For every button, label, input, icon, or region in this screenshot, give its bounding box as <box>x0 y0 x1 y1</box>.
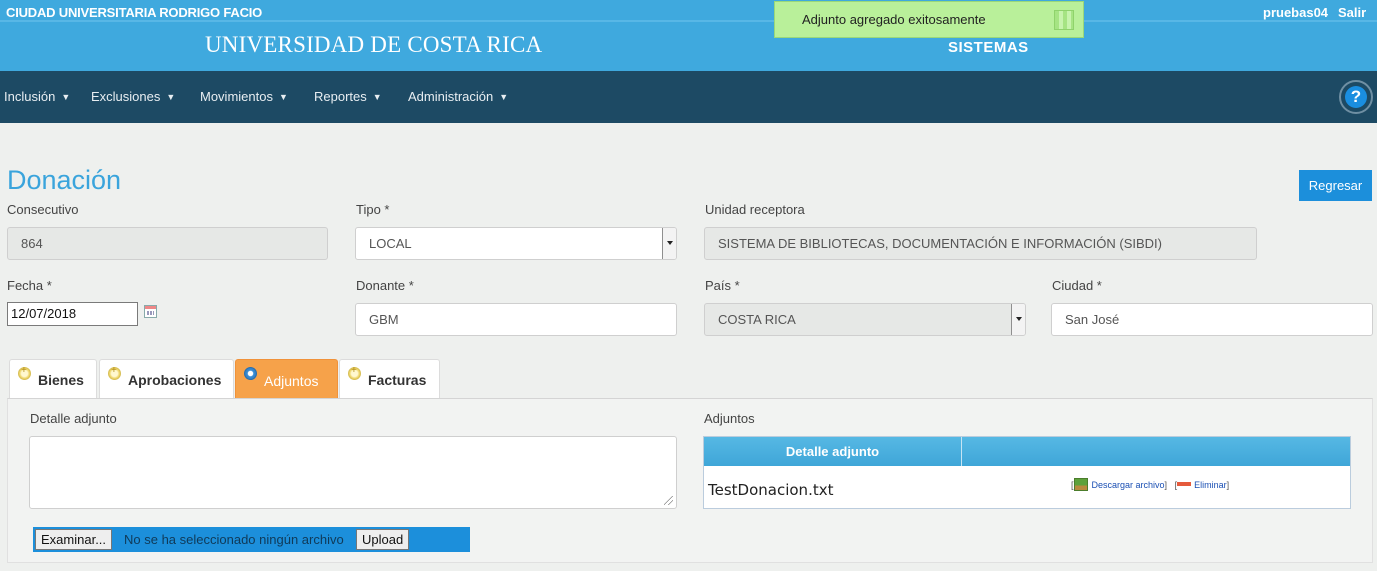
caret-down-icon: ▼ <box>499 92 509 102</box>
nav-item-inclusion[interactable]: Inclusión ▼ <box>4 89 70 104</box>
system-name: SISTEMAS <box>948 39 1029 56</box>
nav-label: Administración <box>408 89 494 104</box>
detalle-adjunto-label: Detalle adjunto <box>30 411 117 426</box>
fecha-input[interactable]: 12/07/2018 <box>7 302 138 326</box>
resize-grip-icon[interactable] <box>664 496 673 505</box>
delete-link[interactable]: Eliminar <box>1194 480 1227 490</box>
consecutivo-field: 864 <box>7 227 328 260</box>
top-banner: CIUDAD UNIVERSITARIA RODRIGO FACIO UNIVE… <box>0 0 1377 71</box>
pais-label: País * <box>705 278 740 293</box>
caret-down-icon: ▼ <box>278 92 288 102</box>
help-icon: ? <box>1345 86 1367 108</box>
tipo-selected-value: LOCAL <box>369 236 412 251</box>
table-header: Detalle adjunto <box>704 437 1350 466</box>
no-file-text: No se ha seleccionado ningún archivo <box>124 532 344 547</box>
tipo-label: Tipo * <box>356 202 390 217</box>
delete-icon[interactable] <box>1177 482 1192 486</box>
adjuntos-table: Detalle adjunto TestDonacion.txt [Descar… <box>703 436 1351 509</box>
browse-button[interactable]: Examinar... <box>35 529 113 550</box>
detalle-adjunto-textarea[interactable] <box>29 436 677 509</box>
main-navbar: Inclusión ▼ Exclusiones ▼ Movimientos ▼ Rep… <box>0 71 1377 123</box>
donante-input[interactable]: GBM <box>355 303 677 336</box>
banner-stripe <box>0 20 1377 22</box>
nav-item-exclusiones[interactable]: Exclusiones ▼ <box>91 89 175 104</box>
nav-label: Reportes <box>314 89 367 104</box>
upload-button[interactable]: Upload <box>356 529 410 550</box>
success-toast: Adjunto agregado exitosamente <box>774 1 1084 38</box>
plus-circle-icon <box>18 365 31 380</box>
table-header-detalle: Detalle adjunto <box>785 444 880 459</box>
column-divider <box>961 437 962 466</box>
ciudad-input[interactable]: San José <box>1051 303 1373 336</box>
nav-label: Movimientos <box>200 89 273 104</box>
consecutivo-label: Consecutivo <box>7 202 79 217</box>
toast-message: Adjunto agregado exitosamente <box>802 12 986 27</box>
caret-down-icon: ▼ <box>166 92 176 102</box>
tab-label: Bienes <box>38 372 84 388</box>
tab-bienes[interactable]: Bienes <box>9 359 97 398</box>
caret-down-icon: ▼ <box>61 92 71 102</box>
tab-label: Adjuntos <box>264 373 319 389</box>
page-title: Donación <box>7 165 122 195</box>
campus-name: CIUDAD UNIVERSITARIA RODRIGO FACIO <box>6 5 263 20</box>
unidad-field: SISTEMA DE BIBLIOTECAS, DOCUMENTACIÓN E … <box>704 227 1257 260</box>
file-upload-bar: Examinar... No se ha seleccionado ningún… <box>33 527 470 552</box>
ciudad-label: Ciudad * <box>1052 278 1102 293</box>
donante-label: Donante * <box>356 278 414 293</box>
nav-item-reportes[interactable]: Reportes ▼ <box>314 89 382 104</box>
tab-facturas[interactable]: Facturas <box>339 359 440 398</box>
caret-down-icon: ▼ <box>372 92 382 102</box>
tab-label: Aprobaciones <box>128 372 222 388</box>
nav-item-administracion[interactable]: Administración ▼ <box>408 89 508 104</box>
fecha-label: Fecha * <box>7 278 52 293</box>
user-name: pruebas04 <box>1263 5 1329 20</box>
dropdown-arrow-icon[interactable] <box>662 228 676 259</box>
tab-label: Facturas <box>368 372 427 388</box>
plus-circle-icon <box>108 365 121 380</box>
tab-aprobaciones[interactable]: Aprobaciones <box>99 359 234 398</box>
download-link[interactable]: Descargar archivo <box>1092 480 1165 490</box>
download-icon[interactable] <box>1073 478 1088 491</box>
nav-label: Inclusión <box>4 89 56 104</box>
dropdown-arrow-icon[interactable] <box>1011 304 1025 335</box>
help-button[interactable]: ? <box>1339 80 1373 114</box>
pais-select[interactable]: COSTA RICA <box>704 303 1026 336</box>
toast-close-icon[interactable] <box>1054 10 1074 30</box>
logout-link[interactable]: Salir <box>1338 5 1366 20</box>
calendar-icon[interactable] <box>144 305 157 318</box>
adjuntos-list-label: Adjuntos <box>704 411 755 426</box>
nav-item-movimientos[interactable]: Movimientos ▼ <box>200 89 288 104</box>
unidad-label: Unidad receptora <box>705 202 805 217</box>
tipo-select[interactable]: LOCAL <box>355 227 677 260</box>
plus-circle-icon <box>348 365 361 380</box>
university-logo-text: UNIVERSIDAD DE COSTA RICA <box>205 32 543 57</box>
bracket-close: ] <box>1164 480 1168 490</box>
back-button[interactable]: Regresar <box>1299 170 1372 201</box>
pais-selected-value: COSTA RICA <box>718 312 796 327</box>
bracket-close: ] <box>1226 480 1230 490</box>
nav-label: Exclusiones <box>91 89 161 104</box>
row-actions: [Descargar archivo] [Eliminar] <box>1071 478 1229 491</box>
file-name-cell: TestDonacion.txt <box>708 481 834 499</box>
minus-circle-icon <box>244 367 257 380</box>
tab-adjuntos[interactable]: Adjuntos <box>235 359 338 398</box>
